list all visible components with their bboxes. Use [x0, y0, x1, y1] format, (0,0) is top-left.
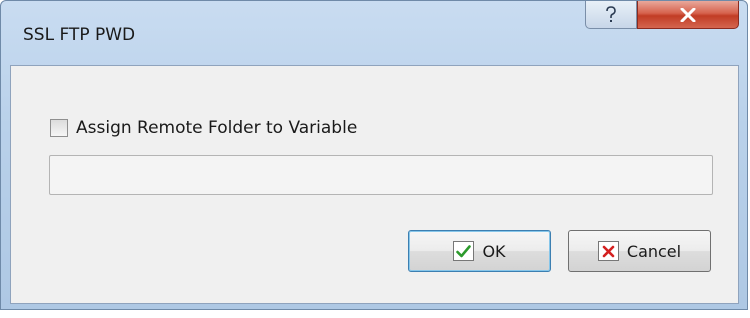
checkmark-icon	[453, 241, 475, 261]
dialog-window: SSL FTP PWD Assign Remote Folder to Vari…	[0, 0, 748, 310]
dialog-body: Assign Remote Folder to Variable OK Canc…	[10, 65, 739, 304]
ok-button[interactable]: OK	[408, 230, 551, 272]
ok-label: OK	[482, 241, 506, 261]
variable-input[interactable]	[49, 155, 713, 195]
assign-option-row[interactable]: Assign Remote Folder to Variable	[50, 118, 357, 138]
window-title: SSL FTP PWD	[23, 25, 136, 45]
cancel-x-icon	[597, 241, 619, 261]
cancel-label: Cancel	[626, 241, 682, 261]
close-button[interactable]	[637, 1, 739, 29]
help-button[interactable]	[585, 1, 637, 29]
cancel-button[interactable]: Cancel	[568, 230, 711, 272]
assign-remote-folder-checkbox[interactable]	[50, 119, 68, 137]
close-icon	[680, 7, 696, 22]
assign-remote-folder-label[interactable]: Assign Remote Folder to Variable	[76, 118, 357, 138]
help-icon	[606, 5, 616, 22]
